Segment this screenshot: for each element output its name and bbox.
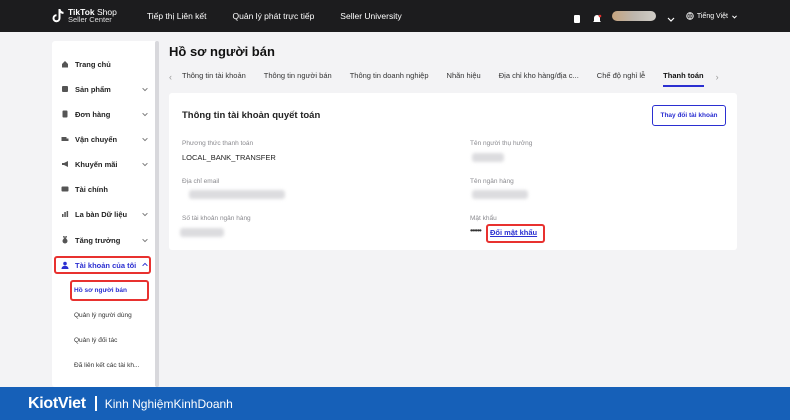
password-mask: •••••• — [470, 226, 482, 235]
user-avatar[interactable] — [611, 11, 656, 21]
footer-divider — [94, 396, 97, 411]
home-icon — [61, 60, 69, 68]
sidebar-item-products[interactable]: Sản phẩm — [61, 81, 153, 97]
sidebar-scrollbar[interactable] — [155, 41, 159, 387]
highlight-change-password — [486, 224, 545, 243]
chevron-down-icon — [142, 238, 148, 243]
chevron-down-icon — [142, 87, 148, 92]
tabs-scroll-left-icon[interactable]: ‹ — [169, 72, 172, 82]
sidebar-item-data-compass[interactable]: La bàn Dữ liệu — [61, 206, 153, 222]
medal-icon — [61, 236, 69, 244]
watermark-footer: KiotViet Kinh NghiệmKinhDoanh — [0, 387, 790, 420]
highlight-my-account — [54, 256, 151, 274]
settlement-account-card: Thông tin tài khoản quyết toán Thay đổi … — [169, 93, 737, 250]
clipboard-icon[interactable] — [572, 11, 582, 23]
language-chevron-icon — [732, 14, 737, 19]
tiktok-shop-logo[interactable]: TikTok Shop Seller Center — [52, 8, 117, 24]
sidebar-item-home[interactable]: Trang chủ — [61, 56, 153, 72]
payment-method-value: LOCAL_BANK_TRANSFER — [182, 153, 276, 162]
beneficiary-value-redacted — [472, 153, 504, 162]
sidebar-item-label: Sản phẩm — [75, 84, 111, 94]
page-title: Hồ sơ người bán — [169, 44, 275, 59]
tabs-scroll-right-icon[interactable]: › — [716, 72, 719, 82]
order-icon — [61, 110, 69, 118]
sidebar-item-shipping[interactable]: Vận chuyển — [61, 131, 153, 147]
chevron-down-icon — [142, 137, 148, 142]
beneficiary-label: Tên người thụ hưởng — [470, 140, 533, 147]
sidebar-item-label: Vận chuyển — [75, 134, 118, 144]
sidebar-subitem-linked-accounts[interactable]: Đã liên kết các tài kh... — [74, 362, 139, 369]
logo-subtitle: Seller Center — [68, 15, 112, 24]
sidebar-item-label: Đơn hàng — [75, 109, 111, 119]
chevron-down-icon — [142, 112, 148, 117]
tab-business-info[interactable]: Thông tin doanh nghiệp — [350, 66, 429, 88]
sidebar-item-label: Khuyến mãi — [75, 159, 118, 169]
tab-seller-info[interactable]: Thông tin người bán — [264, 66, 332, 88]
tab-account-info[interactable]: Thông tin tài khoản — [182, 66, 246, 88]
sidebar-item-promotions[interactable]: Khuyến mãi — [61, 156, 153, 172]
footer-tagline: Kinh NghiệmKinhDoanh — [104, 396, 233, 411]
highlight-seller-profile — [70, 280, 149, 301]
tab-payment[interactable]: Thanh toán — [663, 66, 705, 88]
card-title: Thông tin tài khoản quyết toán — [182, 110, 321, 121]
sidebar-item-label: Trang chủ — [75, 59, 111, 69]
email-label: Địa chỉ email — [182, 178, 220, 185]
sidebar-item-orders[interactable]: Đơn hàng — [61, 106, 153, 122]
sidebar-item-label: Tăng trưởng — [75, 235, 121, 245]
sidebar-item-label: La bàn Dữ liệu — [75, 209, 128, 219]
tab-brands[interactable]: Nhãn hiệu — [447, 66, 481, 88]
finance-icon — [61, 185, 69, 193]
box-icon — [61, 85, 69, 93]
nav-affiliate-marketing[interactable]: Tiếp thị Liên kết — [147, 11, 207, 21]
language-selector[interactable]: Tiếng Việt — [686, 12, 738, 20]
chart-icon — [61, 210, 69, 218]
sidebar-subitem-user-management[interactable]: Quản lý người dùng — [74, 312, 132, 319]
language-label: Tiếng Việt — [696, 12, 728, 20]
sidebar-item-label: Tài chính — [75, 184, 108, 194]
tab-warehouse-address[interactable]: Địa chỉ kho hàng/địa c... — [499, 66, 579, 88]
sidebar-item-growth[interactable]: Tăng trưởng — [61, 232, 153, 248]
change-account-button[interactable]: Thay đổi tài khoản — [652, 105, 726, 126]
password-label: Mật khẩu — [470, 215, 497, 222]
profile-tabs: ‹ Thông tin tài khoản Thông tin người bá… — [169, 66, 737, 88]
bank-name-value-redacted — [472, 190, 528, 199]
email-value-redacted — [189, 190, 285, 199]
account-number-value-redacted — [180, 228, 224, 237]
payment-method-label: Phương thức thanh toán — [182, 140, 254, 147]
nav-live-management[interactable]: Quản lý phát trực tiếp — [233, 11, 315, 21]
top-nav: Tiếp thị Liên kết Quản lý phát trực tiếp… — [147, 11, 428, 21]
bell-icon[interactable] — [592, 11, 602, 22]
sidebar-subitem-partner-management[interactable]: Quản lý đối tác — [74, 337, 117, 344]
sidebar-item-finance[interactable]: Tài chính — [61, 181, 153, 197]
megaphone-icon — [61, 160, 69, 168]
nav-seller-university[interactable]: Seller University — [340, 11, 401, 21]
tiktok-logo-icon — [52, 9, 64, 23]
sidebar: Trang chủ Sản phẩm Đơn hàng Vận chuyển K… — [52, 41, 158, 387]
truck-icon — [61, 135, 69, 143]
account-number-label: Số tài khoản ngân hàng — [182, 215, 251, 222]
tab-holiday-mode[interactable]: Chế độ nghỉ lễ — [597, 66, 645, 88]
bank-name-label: Tên ngân hàng — [470, 178, 514, 185]
top-navigation-bar: TikTok Shop Seller Center Tiếp thị Liên … — [0, 0, 790, 32]
globe-icon — [686, 12, 694, 20]
chevron-down-icon — [142, 162, 148, 167]
chevron-down-icon[interactable] — [666, 11, 676, 22]
chevron-down-icon — [142, 212, 148, 217]
kiotviet-logo: KiotViet — [28, 394, 86, 412]
